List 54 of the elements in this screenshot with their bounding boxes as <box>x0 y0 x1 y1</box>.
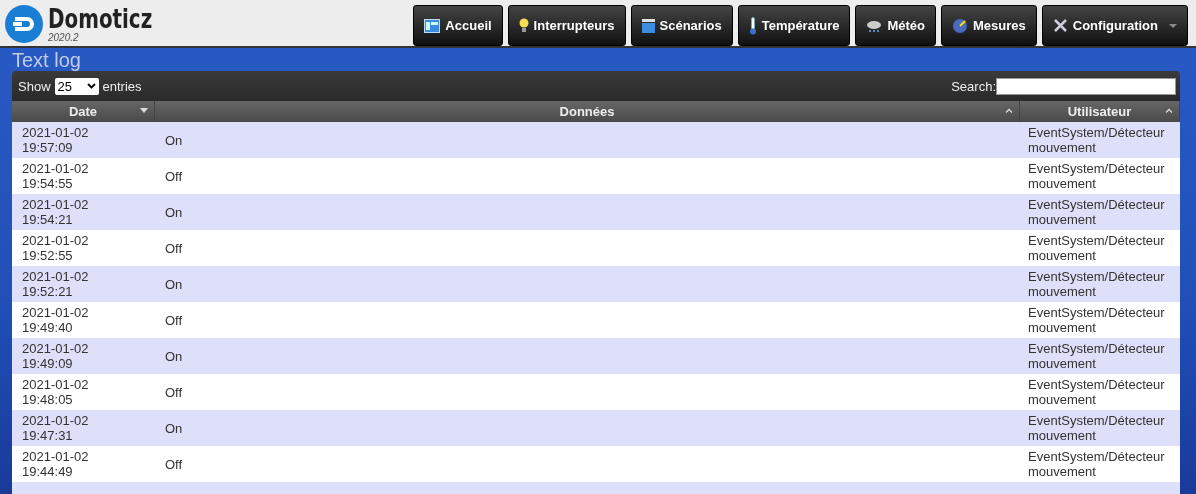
clapperboard-icon <box>641 18 655 33</box>
version-label: 2020.2 <box>48 33 80 43</box>
gauge-icon <box>952 17 969 34</box>
logo-icon <box>4 4 44 44</box>
user-cell-text: EventSystem/Détecteur mouvement <box>1027 125 1166 155</box>
show-label: Show <box>18 78 51 94</box>
user-cell-text: EventSystem/Détecteur mouvement <box>1027 161 1166 191</box>
date-cell-text: 2021-01-02 19:47:31 <box>21 413 90 443</box>
user-cell-text: EventSystem/Détecteur mouvement <box>1027 341 1166 371</box>
data-cell-text: On <box>164 276 184 292</box>
page-title: Text log <box>11 48 82 71</box>
date-cell-text: 2021-01-02 19:49:40 <box>21 305 90 335</box>
user-cell-text: EventSystem/Détecteur mouvement <box>1027 233 1166 263</box>
nav-button[interactable]: Configuration <box>1041 5 1188 46</box>
tools-icon <box>1052 18 1068 33</box>
nav-button[interactable]: Scénarios <box>630 5 733 46</box>
data-cell-text: On <box>164 204 184 220</box>
entries-select[interactable]: 25 <box>54 77 99 95</box>
user-cell-text: EventSystem/Détecteur mouvement <box>1027 269 1166 299</box>
logo-name: Domoticz <box>48 5 153 33</box>
nav-button[interactable]: Météo <box>855 5 937 46</box>
data-cell-text: Off <box>164 168 184 184</box>
date-cell-text: 2021-01-02 19:52:55 <box>21 233 90 263</box>
date-cell-text: 2021-01-02 19:52:21 <box>21 269 90 299</box>
user-cell-text: EventSystem/Détecteur mouvement <box>1027 449 1166 479</box>
nav-button[interactable]: Accueil <box>413 5 503 46</box>
data-cell-text: Off <box>164 384 184 400</box>
window-icon <box>424 18 441 33</box>
date-cell-text: 2021-01-02 19:54:55 <box>21 161 90 191</box>
user-cell-text: EventSystem/Détecteur mouvement <box>1027 305 1166 335</box>
data-cell-text: On <box>164 132 184 148</box>
date-cell-text: 2021-01-02 19:44:49 <box>21 449 90 479</box>
nav-button[interactable]: Température <box>737 5 851 46</box>
date-cell-text: 2021-01-02 19:54:21 <box>21 197 90 227</box>
user-cell-text: EventSystem/Détecteur mouvement <box>1027 197 1166 227</box>
nav-button[interactable]: Mesures <box>941 5 1037 46</box>
search-label: Search: <box>951 78 996 94</box>
data-cell-text: Off <box>164 312 184 328</box>
thermometer-icon <box>748 16 757 35</box>
cloud-icon <box>866 18 883 33</box>
search-field[interactable] <box>996 77 1176 95</box>
data-cell-text: On <box>164 420 184 436</box>
date-cell-text: 2021-01-02 19:49:09 <box>21 341 90 371</box>
data-cell-text: Off <box>164 456 184 472</box>
chevron-down-icon <box>86 83 96 89</box>
date-cell-text: 2021-01-02 19:57:09 <box>21 125 90 155</box>
bulb-icon <box>518 17 529 34</box>
date-cell-text: 2021-01-02 19:48:05 <box>21 377 90 407</box>
entries-label: entries <box>102 78 142 94</box>
data-cell-text: On <box>164 348 184 364</box>
nav-button[interactable]: Interrupteurs <box>507 5 626 46</box>
data-cell-text: Off <box>164 240 184 256</box>
user-cell-text: EventSystem/Détecteur mouvement <box>1027 413 1166 443</box>
user-cell-text: EventSystem/Détecteur mouvement <box>1027 377 1166 407</box>
